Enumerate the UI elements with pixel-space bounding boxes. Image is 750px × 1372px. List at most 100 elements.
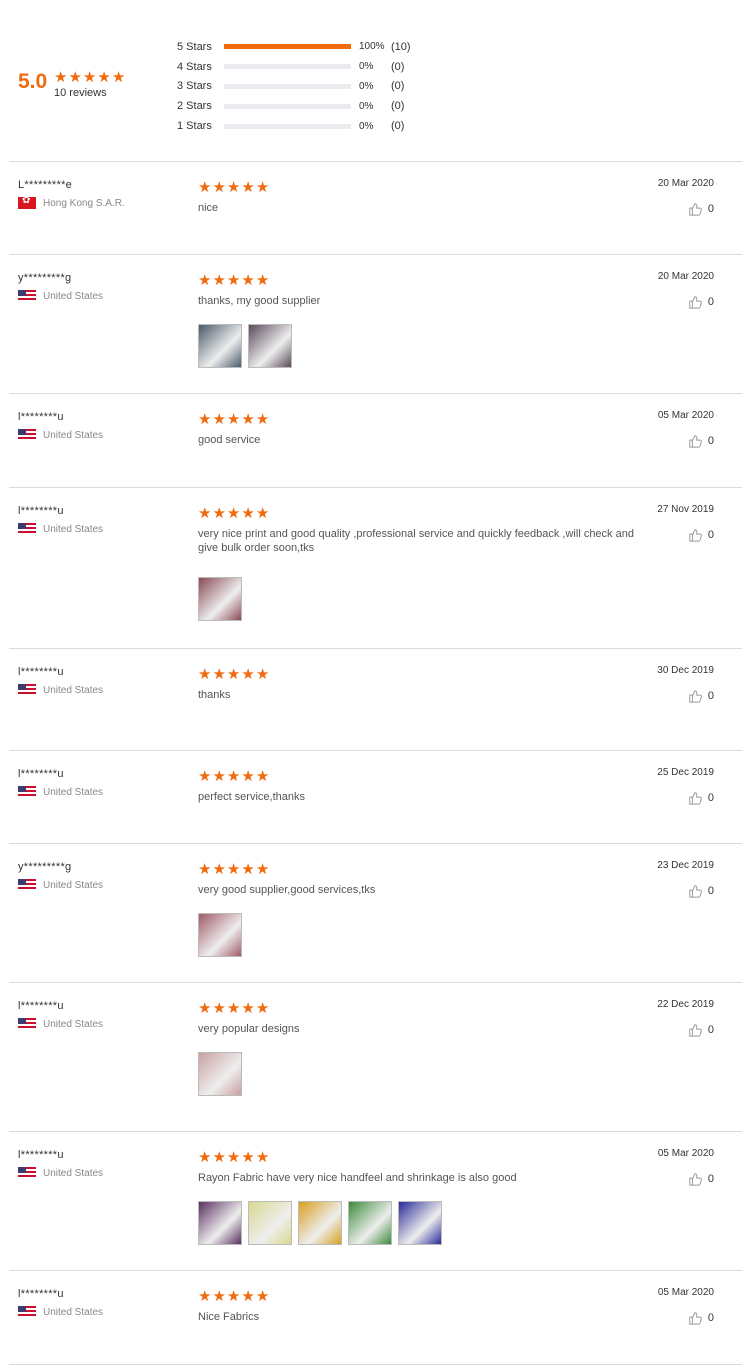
review-stars: ★ ★ ★ ★ ★ [198, 1289, 269, 1304]
helpful-button[interactable]: 0 [688, 884, 714, 898]
star-icon: ★ [198, 768, 212, 785]
star-icon: ★ [241, 179, 255, 196]
helpful-button[interactable]: 0 [688, 1023, 714, 1037]
distribution-bar-fill [224, 44, 351, 50]
star-icon: ★ [226, 666, 241, 683]
reviewer-country: United States [18, 786, 103, 798]
review-date: 20 Mar 2020 [657, 178, 714, 189]
star-icon: ★ [212, 1000, 226, 1017]
star-icon: ★ [198, 1149, 212, 1166]
review-photo-thumbnail[interactable] [198, 577, 242, 621]
helpful-button[interactable]: 0 [688, 434, 714, 448]
review-photos [198, 324, 292, 368]
distribution-row-2[interactable]: 2 Stars 0% (0) [177, 96, 411, 116]
distribution-label: 4 Stars [177, 60, 212, 73]
star-icon: ★ [198, 861, 212, 878]
helpful-count: 0 [707, 529, 714, 541]
star-icon: ★ [226, 179, 241, 196]
review-stars: ★ ★ ★ ★ ★ [198, 180, 269, 195]
rating-distribution: 5 Stars 100% (10) 4 Stars 0% (0) 3 Stars… [177, 37, 411, 136]
hong-kong-flag-icon [18, 197, 36, 209]
thumbs-up-icon [688, 1172, 702, 1186]
distribution-row-1[interactable]: 1 Stars 0% (0) [177, 116, 411, 136]
us-flag-icon [18, 429, 36, 441]
review-photo-thumbnail[interactable] [198, 324, 242, 368]
star-icon: ★ [212, 179, 226, 196]
helpful-button[interactable]: 0 [688, 1172, 714, 1186]
helpful-button[interactable]: 0 [688, 1311, 714, 1325]
distribution-row-5[interactable]: 5 Stars 100% (10) [177, 37, 411, 57]
country-name: United States [43, 290, 104, 302]
distribution-label: 3 Stars [177, 80, 212, 93]
star-icon: ★ [212, 1288, 226, 1305]
distribution-bar [224, 83, 351, 89]
review-text: very nice print and good quality ,profes… [198, 528, 634, 554]
star-icon: ★ [241, 768, 255, 785]
star-icon: ★ [198, 411, 212, 428]
review-photos [198, 577, 242, 621]
country-name: United States [43, 1306, 104, 1318]
review-stars: ★ ★ ★ ★ ★ [198, 1001, 269, 1016]
review-date: 25 Dec 2019 [657, 767, 714, 778]
star-icon: ★ [212, 505, 226, 522]
average-score: 5.0 [18, 70, 48, 93]
review-text: Rayon Fabric have very nice handfeel and… [198, 1172, 517, 1184]
star-icon: ★ [226, 411, 241, 428]
star-icon: ★ [226, 272, 241, 289]
star-icon: ★ [212, 1149, 226, 1166]
helpful-button[interactable]: 0 [688, 295, 714, 309]
us-flag-icon [18, 290, 36, 302]
distribution-label: 1 Stars [177, 120, 212, 133]
star-icon: ★ [255, 1149, 270, 1166]
reviewer-country: United States [18, 290, 103, 302]
review-date: 05 Mar 2020 [657, 410, 714, 421]
reviewer-name: l********u [18, 1288, 64, 1300]
review-photo-thumbnail[interactable] [248, 324, 292, 368]
country-name: United States [43, 786, 104, 798]
country-name: United States [43, 429, 104, 441]
reviewer-name: l********u [18, 768, 64, 780]
review-stars: ★ ★ ★ ★ ★ [198, 862, 269, 877]
star-icon: ★ [241, 666, 255, 683]
thumbs-up-icon [688, 434, 702, 448]
reviewer-name: l********u [18, 666, 64, 678]
us-flag-icon [18, 786, 36, 798]
review-photo-thumbnail[interactable] [198, 1201, 242, 1245]
star-icon: ★ [198, 1288, 212, 1305]
helpful-count: 0 [707, 1312, 714, 1324]
helpful-count: 0 [707, 885, 714, 897]
review-photo-thumbnail[interactable] [198, 1052, 242, 1096]
star-icon: ★ [68, 69, 82, 86]
reviewer-country: United States [18, 684, 103, 696]
distribution-row-3[interactable]: 3 Stars 0% (0) [177, 77, 411, 97]
review-photo-thumbnail[interactable] [298, 1201, 342, 1245]
review-item: y*********g United States ★ ★ ★ ★ ★ very good s… [9, 843, 742, 983]
thumbs-up-icon [688, 528, 702, 542]
helpful-button[interactable]: 0 [688, 202, 714, 216]
star-icon: ★ [226, 768, 241, 785]
distribution-percent: 0% [359, 120, 374, 132]
reviewer-country: United States [18, 1306, 103, 1318]
star-icon: ★ [226, 505, 241, 522]
country-name: United States [43, 684, 104, 696]
review-stars: ★ ★ ★ ★ ★ [198, 769, 269, 784]
distribution-count: (0) [391, 60, 405, 73]
distribution-count: (0) [391, 80, 405, 93]
review-photo-thumbnail[interactable] [398, 1201, 442, 1245]
reviews-page: 5.0 ★ ★ ★ ★ ★ 10 reviews 5 Stars 100% (1… [0, 0, 750, 1372]
star-icon: ★ [226, 1288, 241, 1305]
star-icon: ★ [255, 272, 270, 289]
helpful-button[interactable]: 0 [688, 528, 714, 542]
review-photo-thumbnail[interactable] [248, 1201, 292, 1245]
us-flag-icon [18, 1306, 36, 1318]
helpful-button[interactable]: 0 [688, 689, 714, 703]
country-name: Hong Kong S.A.R. [43, 197, 125, 209]
star-icon: ★ [255, 505, 270, 522]
helpful-button[interactable]: 0 [688, 791, 714, 805]
review-photo-thumbnail[interactable] [198, 913, 242, 957]
average-stars: ★ ★ ★ ★ ★ [54, 70, 125, 85]
review-item: l********u United States ★ ★ ★ ★ ★ perfect serv… [9, 750, 742, 844]
distribution-row-4[interactable]: 4 Stars 0% (0) [177, 57, 411, 77]
review-text: good service [198, 434, 261, 446]
review-photo-thumbnail[interactable] [348, 1201, 392, 1245]
